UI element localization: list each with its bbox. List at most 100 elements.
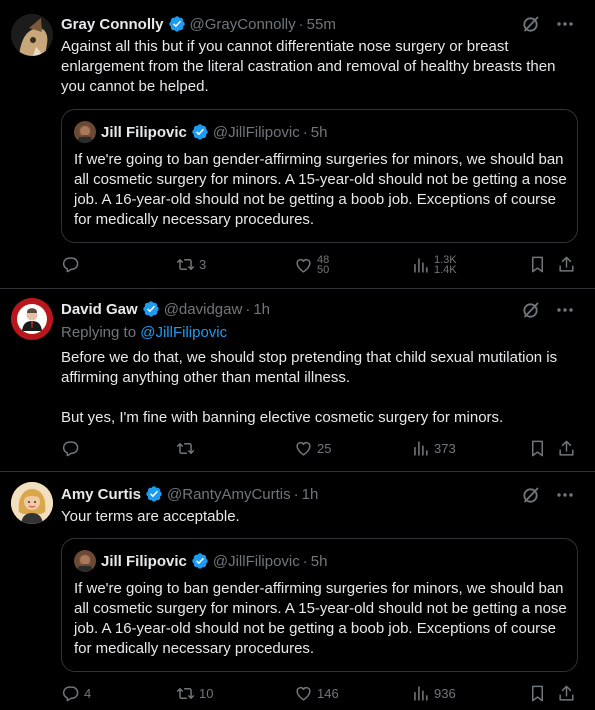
tweet[interactable]: Gray Connolly @GrayConnolly · 55m Agains… [0,0,595,289]
quoted-timestamp: 5h [310,123,328,141]
tweet-header: Amy Curtis @RantyAmyCurtis · 1h [61,484,318,504]
reply-icon [61,439,80,458]
like-count: 25 [317,441,332,456]
like-button[interactable]: 146 [294,684,339,703]
replying-to: Replying to @JillFilipovic [61,324,227,341]
timestamp[interactable]: 55m [307,16,336,33]
bookmark-button[interactable] [528,684,547,703]
separator: · [302,552,308,570]
author-name[interactable]: Amy Curtis [61,486,141,503]
separator: · [302,123,308,141]
repost-count: 3 [199,257,207,272]
tweet-header: Gray Connolly @GrayConnolly · 55m [61,14,336,34]
bookmark-button[interactable] [528,439,547,458]
reply-button[interactable] [61,439,84,458]
tweet[interactable]: David Gaw @davidgaw · 1h Replying to @Ji… [0,289,595,472]
action-bar: 4 10 146 936 [0,684,595,704]
repost-button[interactable]: 10 [176,684,213,703]
quoted-tweet-header: Jill Filipovic @JillFilipovic · 5h [74,550,327,572]
share-icon [557,439,576,458]
verified-badge-icon [191,552,209,570]
quoted-tweet-text: If we're going to ban gender-affirming s… [74,580,567,657]
like-icon [294,256,313,275]
separator: · [293,485,299,503]
tweet-text: Against all this but if you cannot diffe… [61,38,556,95]
like-count-next: 50 [317,264,330,276]
views-button[interactable]: 936 [411,684,456,703]
action-bar: 3 48 50 1.3K 1.4K [0,255,595,275]
tweet-text-paragraph: But yes, I'm fine with banning elective … [61,409,504,426]
separator: · [245,300,251,318]
repost-icon [176,255,195,274]
tweet[interactable]: Amy Curtis @RantyAmyCurtis · 1h Your ter… [0,472,595,710]
quoted-tweet[interactable]: Jill Filipovic @JillFilipovic · 5h If we… [61,538,578,672]
more-icon[interactable] [555,300,575,325]
views-icon [411,439,430,458]
views-count: 936 [434,686,456,701]
views-icon [411,256,430,275]
share-icon [557,255,576,274]
quoted-avatar [74,550,96,572]
bookmark-icon [528,684,547,703]
author-name[interactable]: David Gaw [61,301,138,318]
reply-button[interactable] [61,255,84,274]
quoted-tweet[interactable]: Jill Filipovic @JillFilipovic · 5h If we… [61,109,578,243]
quoted-tweet-text: If we're going to ban gender-affirming s… [74,151,567,228]
like-icon [294,439,313,458]
share-button[interactable] [557,255,576,274]
avatar[interactable] [11,298,53,340]
repost-count: 10 [199,686,214,701]
replying-to-link[interactable]: @JillFilipovic [140,324,227,341]
share-button[interactable] [557,439,576,458]
separator: · [298,15,304,33]
views-icon [411,684,430,703]
views-count-next: 1.4K [434,264,457,276]
tweet-top-actions [521,14,575,39]
author-handle[interactable]: @davidgaw [164,301,243,318]
bookmark-icon [528,255,547,274]
avatar[interactable] [11,14,53,56]
avatar[interactable] [11,482,53,524]
action-bar: 25 373 [0,439,595,459]
repost-button[interactable]: 3 [176,255,206,274]
author-handle[interactable]: @GrayConnolly [190,16,296,33]
grok-icon[interactable] [521,14,541,39]
verified-badge-icon [145,485,163,503]
quoted-author-name: Jill Filipovic [101,552,187,570]
like-icon [294,684,313,703]
verified-badge-icon [142,300,160,318]
tweet-top-actions [521,300,575,325]
reply-icon [61,684,80,703]
repost-icon [176,439,195,458]
views-button[interactable]: 373 [411,439,456,458]
views-button[interactable]: 1.3K 1.4K [411,255,457,275]
author-handle[interactable]: @RantyAmyCurtis [167,486,291,503]
tweet-text-paragraph: Before we do that, we should stop preten… [61,349,558,386]
more-icon[interactable] [555,14,575,39]
like-count: 146 [317,686,339,701]
tweet-header: David Gaw @davidgaw · 1h [61,299,270,319]
timestamp[interactable]: 1h [253,301,270,318]
bookmark-icon [528,439,547,458]
verified-badge-icon [168,15,186,33]
tweet-text: Your terms are acceptable. [61,508,240,525]
repost-button[interactable] [176,439,199,458]
bookmark-button[interactable] [528,255,547,274]
timestamp[interactable]: 1h [302,486,319,503]
grok-icon[interactable] [521,300,541,325]
repost-icon [176,684,195,703]
quoted-author-handle: @JillFilipovic [212,552,300,570]
quoted-author-name: Jill Filipovic [101,123,187,141]
reply-button[interactable]: 4 [61,684,91,703]
share-icon [557,684,576,703]
author-name[interactable]: Gray Connolly [61,16,164,33]
reply-count: 4 [84,686,92,701]
quoted-author-handle: @JillFilipovic [212,123,300,141]
share-button[interactable] [557,684,576,703]
like-button[interactable]: 25 [294,439,331,458]
views-count: 373 [434,441,456,456]
verified-badge-icon [191,123,209,141]
like-button[interactable]: 48 50 [294,255,329,275]
quoted-avatar [74,121,96,143]
quoted-timestamp: 5h [310,552,328,570]
